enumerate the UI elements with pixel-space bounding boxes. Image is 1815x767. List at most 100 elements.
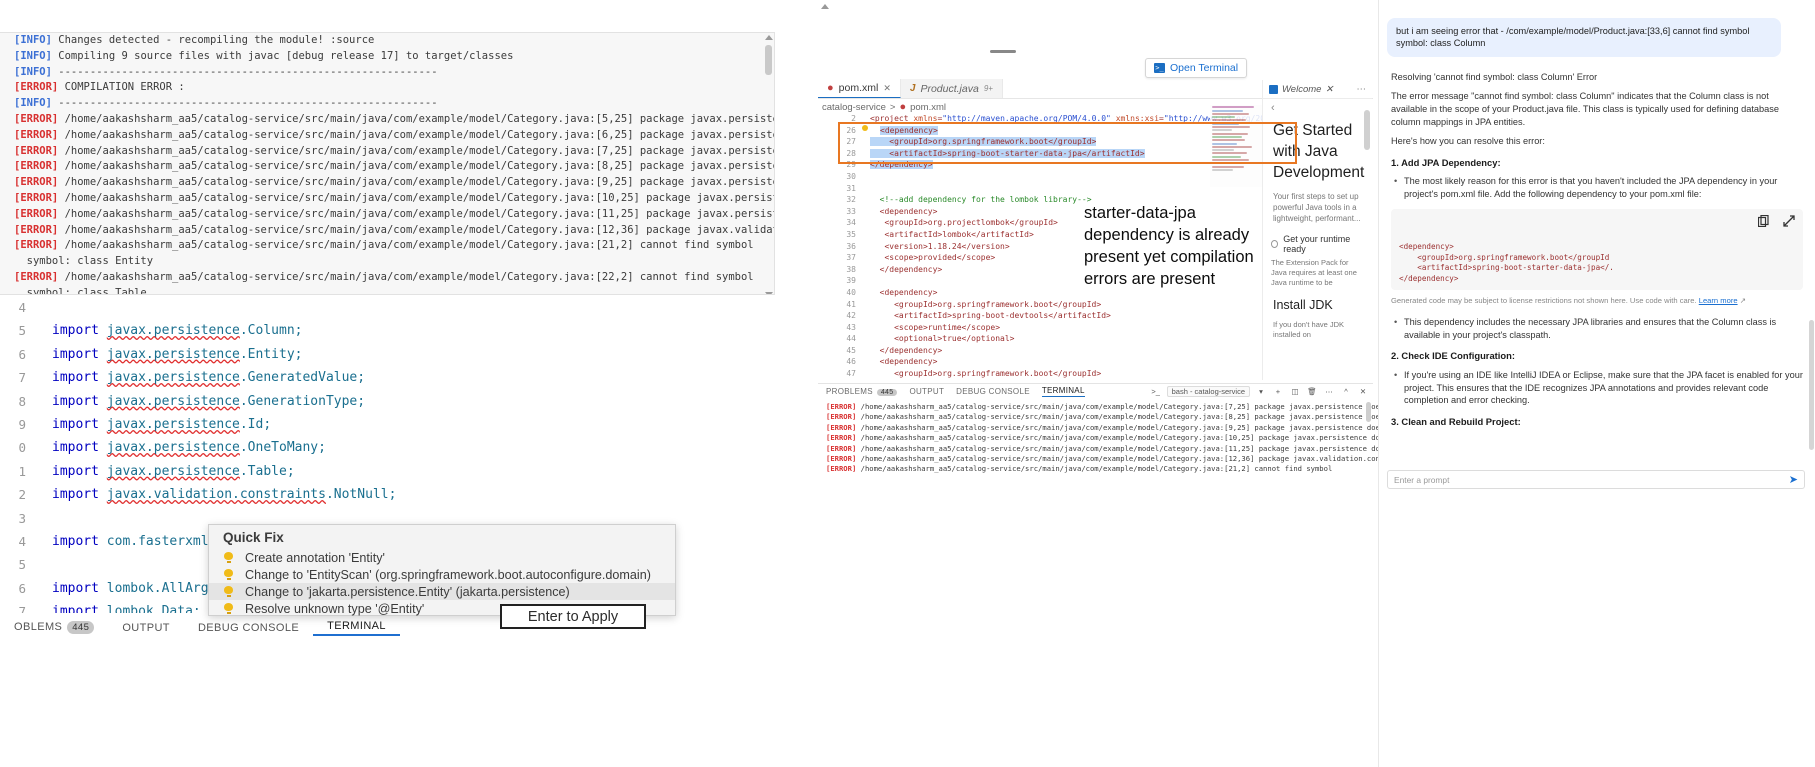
- line-number: 4: [18, 533, 26, 549]
- line-number: 41: [846, 299, 856, 309]
- lightbulb-icon[interactable]: [862, 124, 868, 131]
- quick-fix-item[interactable]: Change to 'jakarta.persistence.Entity' (…: [209, 583, 675, 600]
- scrollbar-thumb[interactable]: [765, 45, 772, 75]
- line-content: import javax.persistence.GenerationType;: [30, 390, 365, 413]
- bottom-terminal-scrollbar[interactable]: [1366, 402, 1371, 484]
- scrollbar-thumb[interactable]: [1366, 402, 1371, 422]
- runtime-ready-card[interactable]: Get your runtime ready The Extension Pac…: [1271, 234, 1364, 288]
- minimap[interactable]: [1210, 105, 1262, 187]
- panel-resize-handle[interactable]: [990, 50, 1016, 53]
- more-icon[interactable]: ⋯: [1357, 84, 1373, 95]
- scrollbar-thumb[interactable]: [1364, 110, 1370, 150]
- add-terminal-icon[interactable]: +: [1272, 387, 1284, 396]
- close-icon[interactable]: ✕: [1325, 84, 1333, 95]
- code-line[interactable]: 9 import javax.persistence.Id;: [0, 413, 775, 436]
- terminal-line: [ERROR] /home/aakashsharm_aa5/catalog-se…: [818, 412, 1428, 422]
- close-icon[interactable]: ✕: [883, 83, 891, 94]
- xml-file-icon: ●: [899, 101, 907, 113]
- open-terminal-button[interactable]: >_ Open Terminal: [1145, 58, 1248, 78]
- terminal-line: [ERROR] /home/aakashsharm_aa5/catalog-se…: [818, 402, 1428, 412]
- code-line[interactable]: 4: [0, 296, 775, 319]
- tab-welcome[interactable]: Welcome ✕: [1263, 84, 1339, 95]
- code-line[interactable]: 8 import javax.persistence.GenerationType…: [0, 390, 775, 413]
- editor-tab-Product-java[interactable]: J Product.java 9+: [900, 79, 1003, 98]
- code-line[interactable]: 1 import javax.persistence.Table;: [0, 460, 775, 483]
- breadcrumb-file[interactable]: pom.xml: [910, 102, 946, 113]
- scroll-up-icon[interactable]: [821, 4, 829, 9]
- welcome-scrollbar[interactable]: [1364, 110, 1370, 380]
- bottom-tab-terminal[interactable]: TERMINAL: [313, 620, 400, 636]
- vs-bottom-tab-output[interactable]: OUTPUT: [909, 387, 944, 396]
- code-snippet-card[interactable]: <dependency> <groupId>org.springframewor…: [1391, 208, 1803, 291]
- trash-icon[interactable]: 🗑: [1306, 387, 1318, 396]
- tab-label: PROBLEMS: [826, 387, 873, 396]
- line-content: import javax.persistence.Column;: [30, 319, 302, 342]
- keyword: import: [52, 416, 107, 432]
- scrollbar-thumb[interactable]: [1809, 320, 1814, 450]
- line-number: 37: [846, 253, 856, 263]
- back-chevron-icon[interactable]: ‹: [1263, 99, 1372, 114]
- breadcrumb[interactable]: catalog-service > ● pom.xml: [822, 101, 946, 113]
- bottom-tab-output[interactable]: OUTPUT: [108, 622, 184, 634]
- code-card-toolbar[interactable]: [1399, 214, 1795, 231]
- bottom-panel-actions[interactable]: >_ bash - catalog-service ▾ + ◫ 🗑 ⋯ ^ ✕: [1150, 384, 1369, 399]
- chevron-down-icon[interactable]: ▾: [1255, 387, 1267, 396]
- quick-fix-popup[interactable]: Quick Fix Create annotation 'Entity' Chan…: [208, 524, 676, 616]
- terminal-line: [INFO] Changes detected - recompiling th…: [0, 33, 774, 49]
- quick-fix-item[interactable]: Change to 'EntityScan' (org.springframew…: [209, 566, 675, 583]
- welcome-getstarted-panel[interactable]: Welcome ✕ ⋯ ‹ Get Started with Java Deve…: [1262, 80, 1372, 380]
- chevron-up-icon[interactable]: ^: [1340, 387, 1352, 396]
- code-line[interactable]: 6 import javax.persistence.Entity;: [0, 343, 775, 366]
- breadcrumb-project[interactable]: catalog-service: [822, 102, 886, 113]
- terminal-line: [ERROR] COMPILATION ERROR :: [0, 80, 774, 96]
- bottom-tab-debug-console[interactable]: DEBUG CONSOLE: [184, 622, 313, 634]
- line-content: <scope>runtime</scope>: [870, 322, 1001, 332]
- copy-icon[interactable]: [1757, 214, 1769, 231]
- terminal-scrollbar[interactable]: [765, 35, 773, 294]
- learn-more-link[interactable]: Learn more: [1699, 296, 1738, 305]
- more-icon[interactable]: ⋯: [1323, 387, 1335, 396]
- quick-fix-item[interactable]: Create annotation 'Entity': [209, 549, 675, 566]
- scroll-up-icon[interactable]: [765, 35, 773, 40]
- terminal-line-text: /home/aakashsharm_aa5/catalog-service/sr…: [860, 412, 1428, 422]
- tab-label: TERMINAL: [1041, 386, 1085, 395]
- code-line[interactable]: 2 import javax.validation.constraints.Not…: [0, 483, 775, 506]
- line-content: [862, 275, 870, 287]
- vs-bottom-tab-problems[interactable]: PROBLEMS 445: [826, 387, 898, 396]
- prompt-input-row[interactable]: Enter a prompt ➤: [1387, 470, 1805, 489]
- bottom-tab-oblems[interactable]: OBLEMS 445: [0, 621, 108, 634]
- code-line[interactable]: 5 import javax.persistence.Column;: [0, 319, 775, 342]
- terminal-line-text: /home/aakashsharm_aa5/catalog-service/sr…: [860, 443, 1432, 453]
- left-bottom-tabbar[interactable]: OBLEMS 445 OUTPUT DEBUG CONSOLE TERMINAL: [0, 615, 775, 640]
- line-number: 6: [18, 346, 26, 362]
- line-number: 29: [846, 160, 856, 170]
- chat-scrollbar[interactable]: [1809, 0, 1815, 767]
- terminal-selector[interactable]: bash - catalog-service: [1166, 386, 1250, 397]
- vs-bottom-tab-debug-console[interactable]: DEBUG CONSOLE: [956, 387, 1030, 396]
- terminal-output-panel[interactable]: [INFO] Changes detected - recompiling th…: [0, 32, 775, 295]
- line-number: 9: [18, 416, 26, 432]
- lightbulb-icon: [223, 552, 234, 563]
- split-terminal-icon[interactable]: ◫: [1289, 387, 1301, 396]
- close-icon[interactable]: ✕: [1357, 387, 1369, 396]
- line-number: 2: [18, 487, 26, 503]
- tab-badge: 9+: [983, 84, 993, 93]
- log-level-tag: [ERROR]: [14, 128, 65, 141]
- send-icon[interactable]: ➤: [1789, 473, 1798, 486]
- line-number: 39: [846, 276, 856, 286]
- editor-tab-pom-xml[interactable]: ● pom.xml ✕: [818, 79, 901, 98]
- assistant-response: Resolving 'cannot find symbol: class Col…: [1387, 71, 1807, 429]
- code-line[interactable]: 0 import javax.persistence.OneToMany;: [0, 436, 775, 459]
- package-name: lombok: [106, 580, 154, 596]
- quick-fix-item-label: Create annotation 'Entity': [245, 550, 385, 565]
- bottom-terminal-lines: [ERROR] /home/aakashsharm_aa5/catalog-se…: [818, 402, 1479, 475]
- code-line[interactable]: 7 import javax.persistence.GeneratedValue…: [0, 366, 775, 389]
- vscode-bottom-panel[interactable]: PROBLEMS 445 OUTPUT DEBUG CONSOLE TERMINAL >…: [818, 383, 1479, 488]
- assistant-bullet-3: If you're using an IDE like IntelliJ IDE…: [1394, 369, 1803, 407]
- keyword: import: [52, 604, 107, 613]
- line-content: [862, 183, 870, 195]
- welcome-tabbar[interactable]: Welcome ✕ ⋯: [1263, 80, 1372, 99]
- vs-bottom-tab-terminal[interactable]: TERMINAL: [1041, 386, 1085, 397]
- expand-icon[interactable]: [1783, 214, 1795, 231]
- tab-label: DEBUG CONSOLE: [197, 621, 300, 634]
